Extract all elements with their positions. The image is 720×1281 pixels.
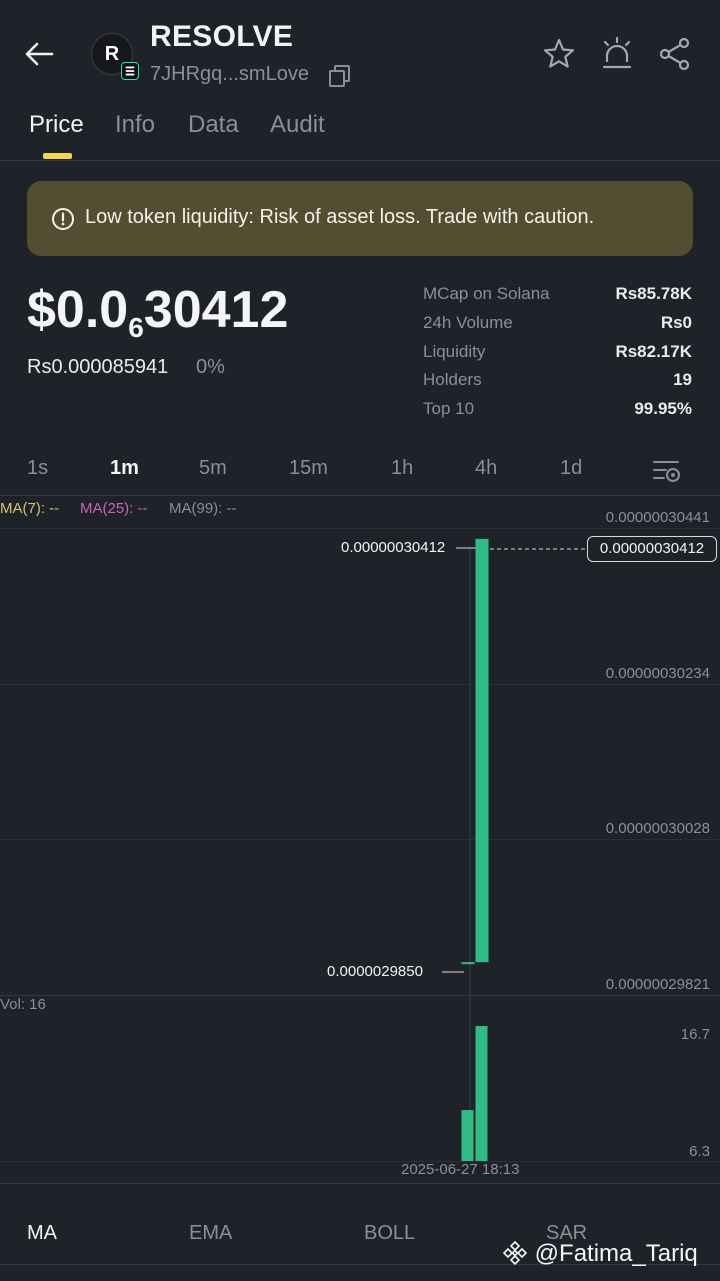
stat-value-holders: 19 [673, 370, 692, 389]
gridline [0, 528, 720, 529]
candle [461, 962, 475, 965]
price-zero-count: 6 [128, 312, 144, 343]
interval-4h[interactable]: 4h [475, 457, 497, 480]
binance-logo-icon [502, 1240, 528, 1266]
price-digits: 30412 [143, 281, 289, 339]
token-symbol: RESOLVE [150, 20, 294, 53]
token-address: 7JHRgq...smLove [150, 63, 309, 85]
indicator-boll[interactable]: BOLL [364, 1222, 415, 1245]
warning-text: Low token liquidity: Risk of asset loss.… [85, 206, 595, 228]
avatar-letter: R [104, 42, 120, 65]
star-favorite-icon[interactable] [541, 36, 577, 72]
price-alert-icon[interactable] [599, 36, 635, 72]
stat-value-top10: 99.95% [634, 399, 692, 418]
stat-label-liquidity: Liquidity [423, 342, 486, 361]
interval-1m[interactable]: 1m [110, 457, 139, 480]
stat-label-volume: 24h Volume [423, 313, 513, 332]
tab-info[interactable]: Info [115, 111, 155, 139]
stat-label-holders: Holders [423, 370, 482, 389]
active-tab-indicator [43, 153, 72, 159]
indicator-ma[interactable]: MA [27, 1222, 57, 1245]
tab-audit[interactable]: Audit [270, 111, 325, 139]
gridline [0, 839, 720, 840]
back-arrow-icon[interactable] [22, 36, 58, 72]
stat-value-volume: Rs0 [660, 313, 692, 332]
stat-value-liquidity: Rs82.17K [615, 342, 692, 361]
tab-price[interactable]: Price [29, 111, 84, 139]
indicator-ema[interactable]: EMA [189, 1222, 232, 1245]
low-price-label: 0.0000029850 [327, 963, 423, 980]
share-icon[interactable] [657, 36, 693, 72]
volume-bar [461, 1110, 474, 1161]
volume-label: Vol: 16 [0, 996, 46, 1013]
stat-label-top10: Top 10 [423, 399, 475, 418]
y-tick-label: 0.00000029821 [605, 976, 710, 993]
watermark: @Fatima_Tariq [502, 1240, 698, 1268]
last-price-tag: 0.00000030412 [587, 536, 717, 562]
tab-data[interactable]: Data [188, 111, 239, 139]
interval-1d[interactable]: 1d [560, 457, 582, 480]
solana-chain-icon [121, 62, 139, 80]
gridline [0, 1161, 720, 1162]
time-axis-label: 2025-06-27 18:13 [401, 1161, 520, 1178]
ma7-label: MA(7): -- [0, 500, 60, 517]
info-warning-icon [52, 208, 74, 230]
volume-divider [0, 995, 720, 996]
gridline [0, 684, 720, 685]
price-local-currency: Rs0.000085941 [27, 356, 169, 378]
price-prefix: $0.0 [27, 281, 129, 339]
stat-label-mcap: MCap on Solana [423, 284, 550, 303]
ma25-label: MA(25): -- [80, 500, 148, 517]
ma99-label: MA(99): -- [169, 500, 237, 517]
y-tick-label: 0.00000030234 [605, 665, 710, 682]
stat-value-mcap: Rs85.78K [615, 284, 692, 303]
interval-15m[interactable]: 15m [289, 457, 328, 480]
volume-tick-label: 16.7 [680, 1026, 710, 1043]
candle [475, 538, 489, 963]
copy-icon[interactable] [328, 64, 352, 88]
price-change: 0% [196, 356, 225, 378]
chart-top-divider [0, 495, 720, 496]
current-price: $0.0630412 [27, 280, 288, 344]
chart-settings-icon[interactable] [652, 458, 682, 484]
volume-bar [475, 1026, 488, 1161]
y-tick-label: 0.00000030441 [605, 509, 710, 526]
indicator-top-divider [0, 1183, 720, 1184]
interval-5m[interactable]: 5m [199, 457, 227, 480]
tabs-divider [0, 160, 720, 161]
volume-tick-label: 6.3 [689, 1143, 710, 1160]
interval-1h[interactable]: 1h [391, 457, 413, 480]
y-tick-label: 0.00000030028 [605, 820, 710, 837]
high-price-label: 0.00000030412 [341, 539, 446, 556]
watermark-text: @Fatima_Tariq [534, 1240, 698, 1267]
interval-1s[interactable]: 1s [27, 457, 48, 480]
